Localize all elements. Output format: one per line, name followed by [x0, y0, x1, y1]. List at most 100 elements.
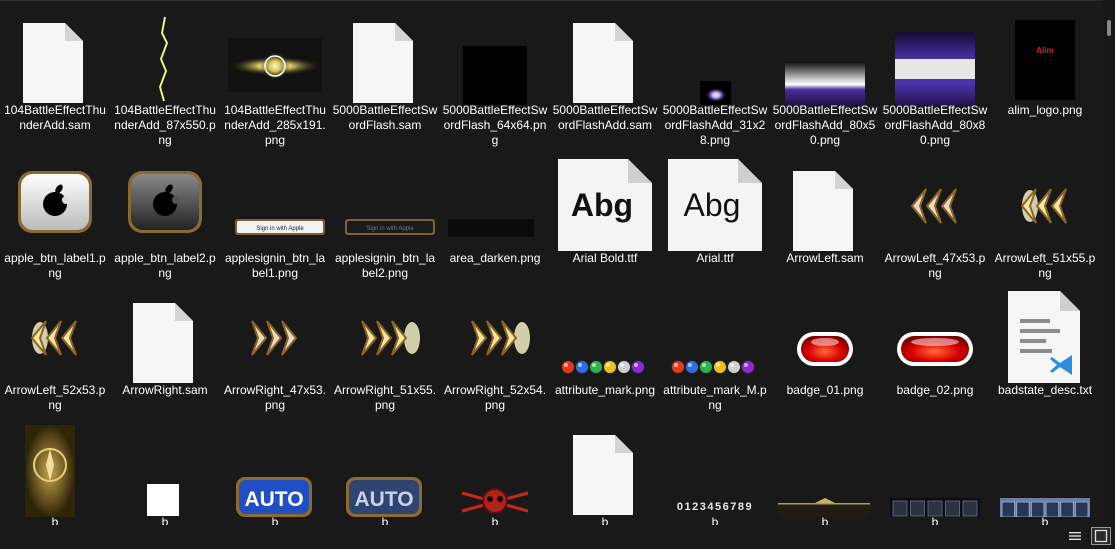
file-name: attribute_mark_M.png — [663, 383, 767, 412]
file-name: ArrowRight_47x53.png — [223, 383, 327, 412]
file-item[interactable]: b — [0, 423, 110, 525]
file-name: ArrowRight_51x55.png — [333, 383, 437, 412]
black-square-thumbnail — [440, 11, 550, 110]
file-item[interactable]: 104BattleEffectThunderAdd_87x550.png — [110, 11, 220, 148]
alim-logo-thumbnail: Alim — [990, 11, 1100, 105]
status-bar — [0, 525, 1115, 545]
svg-text:Sign in with Apple: Sign in with Apple — [366, 226, 414, 232]
arrow-right-thumbnail — [220, 291, 330, 385]
file-name: 5000BattleEffectSwordFlash.sam — [332, 103, 438, 132]
file-item[interactable]: area_darken.png — [440, 159, 550, 266]
svg-text:Sign in with Apple: Sign in with Apple — [256, 226, 304, 232]
file-name: 5000BattleEffectSwordFlashAdd_80x50.png — [772, 103, 878, 147]
file-item[interactable]: 5000BattleEffectSwordFlash_64x64.png — [440, 11, 550, 148]
scrollbar-thumb[interactable] — [1107, 20, 1111, 36]
file-item[interactable]: b — [550, 423, 660, 525]
file-item[interactable]: ArrowLeft.sam — [770, 159, 880, 266]
large-icons-view-icon[interactable] — [1091, 527, 1111, 545]
file-name: badstate_desc.txt — [997, 383, 1093, 397]
file-item[interactable]: b — [990, 423, 1100, 525]
purple-spark-thumbnail — [660, 11, 770, 109]
file-item[interactable]: 5000BattleEffectSwordFlashAdd_80x80.png — [880, 11, 990, 148]
file-item[interactable]: Sign in with Apple applesignin_btn_label2… — [330, 159, 440, 281]
attribute-orbs-thumbnail — [550, 291, 660, 385]
file-name: applesignin_btn_label1.png — [224, 251, 326, 280]
digits-thumbnail: 0123456789 — [660, 423, 770, 517]
file-item[interactable]: Abg Arial.ttf — [660, 159, 770, 266]
dark-strip-thumbnail — [440, 159, 550, 253]
file-item[interactable]: Sign in with Apple applesignin_btn_label1… — [220, 159, 330, 281]
file-name: badge_01.png — [786, 383, 864, 397]
sign-in-apple-dark-thumbnail: Sign in with Apple — [330, 159, 440, 253]
attribute-orbs-thumbnail — [660, 291, 770, 385]
file-item[interactable]: badge_01.png — [770, 291, 880, 398]
file-item[interactable]: attribute_mark.png — [550, 291, 660, 398]
file-name: apple_btn_label2.png — [114, 251, 216, 280]
file-name: ArrowRight.sam — [122, 383, 208, 397]
vertical-scrollbar[interactable] — [1103, 0, 1115, 525]
font-file-bold-icon: Abg — [550, 159, 660, 253]
file-item[interactable]: attribute_mark_M.png — [660, 291, 770, 413]
file-item[interactable]: badge_02.png — [880, 291, 990, 398]
file-name: 104BattleEffectThunderAdd_87x550.png — [114, 103, 216, 147]
file-item[interactable]: AUTO b — [220, 423, 330, 525]
file-item[interactable]: apple_btn_label2.png — [110, 159, 220, 281]
blank-file-icon — [550, 11, 660, 105]
red-badge-thumbnail — [770, 291, 880, 385]
blank-file-icon — [550, 423, 660, 517]
glow-orb-thumbnail — [220, 11, 330, 105]
file-item[interactable]: b — [110, 423, 220, 525]
file-item[interactable]: ArrowRight_51x55.png — [330, 291, 440, 413]
file-item[interactable]: 104BattleEffectThunderAdd.sam — [0, 11, 110, 133]
file-name: 5000BattleEffectSwordFlashAdd.sam — [552, 103, 658, 132]
file-item[interactable]: Alim alim_logo.png — [990, 11, 1100, 118]
file-item[interactable]: 104BattleEffectThunderAdd_285x191.png — [220, 11, 330, 148]
file-item[interactable]: ArrowLeft_52x53.png — [0, 291, 110, 413]
file-name: 5000BattleEffectSwordFlash_64x64.png — [442, 103, 548, 147]
blank-file-icon — [110, 291, 220, 385]
file-item[interactable]: 5000BattleEffectSwordFlashAdd_80x50.png — [770, 11, 880, 148]
gold-emblem-thumbnail — [0, 423, 110, 517]
file-name: 104BattleEffectThunderAdd.sam — [4, 103, 106, 132]
file-name: applesignin_btn_label2.png — [334, 251, 436, 280]
file-item[interactable]: 5000BattleEffectSwordFlash.sam — [330, 11, 440, 133]
skull-chain-thumbnail — [440, 423, 550, 517]
file-item[interactable]: ArrowLeft_51x55.png — [990, 159, 1100, 281]
file-item[interactable]: badstate_desc.txt — [990, 291, 1100, 398]
vscode-text-file-icon — [990, 291, 1100, 385]
file-item[interactable]: b — [440, 423, 550, 525]
dark-bar-thumbnail — [770, 423, 880, 517]
file-item[interactable]: b — [880, 423, 990, 525]
file-item[interactable]: ArrowRight.sam — [110, 291, 220, 398]
red-badge-wide-thumbnail — [880, 291, 990, 385]
arrow-left-glow-thumbnail — [0, 291, 110, 385]
file-name: alim_logo.png — [1007, 103, 1083, 117]
sign-in-apple-light-thumbnail: Sign in with Apple — [220, 159, 330, 253]
file-item[interactable]: apple_btn_label1.png — [0, 159, 110, 281]
details-view-icon[interactable] — [1065, 527, 1085, 545]
file-item[interactable]: 5000BattleEffectSwordFlashAdd_31x28.png — [660, 11, 770, 148]
file-name: ArrowLeft_52x53.png — [4, 383, 106, 412]
svg-text:0123456789: 0123456789 — [677, 501, 753, 513]
file-name: 5000BattleEffectSwordFlashAdd_31x28.png — [662, 103, 768, 147]
file-item[interactable]: ArrowLeft_47x53.png — [880, 159, 990, 281]
file-item[interactable]: Abg Arial Bold.ttf — [550, 159, 660, 266]
svg-text:Abg: Abg — [571, 187, 633, 223]
file-item[interactable]: b — [770, 423, 880, 525]
file-item[interactable]: 5000BattleEffectSwordFlashAdd.sam — [550, 11, 660, 133]
arrow-left-thumbnail — [880, 159, 990, 253]
file-item[interactable]: AUTO b — [330, 423, 440, 525]
blank-file-icon — [0, 11, 110, 105]
svg-text:Abg: Abg — [684, 187, 741, 223]
file-item[interactable]: ArrowRight_47x53.png — [220, 291, 330, 413]
arrow-right-glow-thumbnail — [440, 291, 550, 385]
blank-file-icon — [770, 159, 880, 253]
slots-bar-thumbnail — [880, 423, 990, 518]
file-item[interactable]: ArrowRight_52x54.png — [440, 291, 550, 413]
file-item[interactable]: 0123456789 b — [660, 423, 770, 525]
apple-button-light-thumbnail — [0, 159, 110, 253]
file-name: attribute_mark.png — [554, 383, 656, 397]
file-name: Arial Bold.ttf — [572, 251, 638, 265]
file-name: badge_02.png — [896, 383, 974, 397]
blue-frame-thumbnail — [990, 423, 1100, 518]
